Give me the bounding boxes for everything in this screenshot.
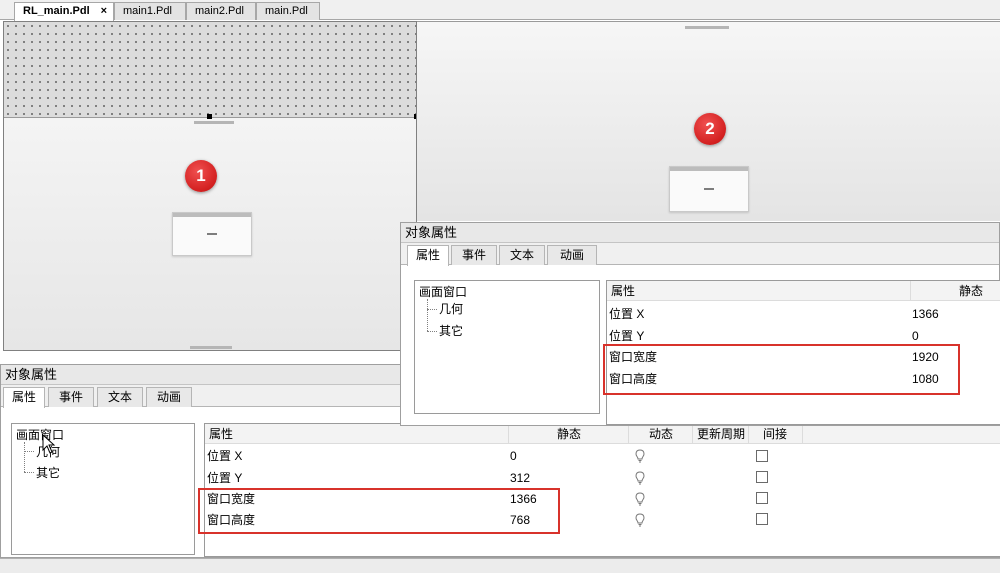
dotted-grid-area — [4, 22, 416, 118]
tree-line — [427, 331, 437, 332]
column-header-empty — [803, 424, 1000, 444]
tree-root-screen-window[interactable]: 画面窗口 — [419, 285, 467, 299]
document-tab-bar: RL_main.Pdl × main1.Pdl main2.Pdl main.P… — [0, 0, 1000, 21]
column-header-property: 属性 — [607, 281, 911, 301]
annotation-badge-1: 1 — [185, 160, 217, 192]
panel-title: 对象属性 — [401, 223, 999, 243]
thumbnail-titlebar — [173, 213, 251, 217]
row-value-position-x[interactable]: 1366 — [912, 304, 939, 324]
tree-line — [427, 299, 428, 331]
column-header-static: 静态 — [911, 281, 1000, 301]
tab-rl-main[interactable]: RL_main.Pdl × — [14, 2, 114, 21]
thumbnail-text — [207, 233, 217, 235]
indirect-checkbox[interactable] — [756, 450, 768, 462]
indirect-checkbox[interactable] — [756, 492, 768, 504]
row-value-position-x[interactable]: 0 — [510, 446, 517, 466]
tree-line — [24, 472, 34, 473]
tab-label: main2.Pdl — [195, 5, 244, 17]
close-icon[interactable]: × — [101, 3, 107, 19]
property-tree: 画面窗口 几何 其它 — [11, 423, 195, 555]
row-label-position-y: 位置 Y — [609, 329, 645, 343]
row-label-position-x: 位置 X — [609, 307, 645, 321]
tree-line — [24, 442, 25, 472]
screen-thumbnail — [669, 166, 749, 212]
editor-canvas[interactable]: 1 — [3, 21, 417, 351]
tree-line — [24, 451, 34, 452]
tree-node-geometry[interactable]: 几何 — [439, 302, 463, 316]
row-value-position-y[interactable]: 0 — [912, 326, 919, 346]
tab-animation[interactable]: 动画 — [547, 245, 597, 265]
row-value-position-y[interactable]: 312 — [510, 468, 530, 488]
tab-events[interactable]: 事件 — [451, 245, 497, 265]
runtime-canvas: 2 — [417, 21, 1000, 221]
lightbulb-icon[interactable] — [635, 471, 645, 485]
screen-thumbnail — [172, 212, 252, 256]
thumbnail-text — [704, 188, 714, 190]
tab-events[interactable]: 事件 — [48, 387, 94, 407]
tab-label: main1.Pdl — [123, 5, 172, 17]
lightbulb-icon[interactable] — [635, 492, 645, 506]
screen-caption — [194, 121, 234, 124]
tab-label: main.Pdl — [265, 5, 308, 17]
row-label-position-y: 位置 Y — [207, 471, 243, 485]
tab-main[interactable]: main.Pdl — [256, 2, 320, 20]
tree-root-screen-window[interactable]: 画面窗口 — [16, 428, 64, 442]
screen-caption — [685, 26, 729, 29]
column-header-update-cycle: 更新周期 — [693, 424, 749, 444]
highlight-box-bottom — [198, 488, 560, 534]
column-header-static: 静态 — [509, 424, 629, 444]
tab-properties[interactable]: 属性 — [3, 387, 45, 408]
mouse-cursor-icon — [42, 434, 56, 454]
indirect-checkbox[interactable] — [756, 513, 768, 525]
column-header-property: 属性 — [205, 424, 509, 444]
screen-window-object-1[interactable] — [4, 118, 416, 350]
tab-text[interactable]: 文本 — [499, 245, 545, 265]
tab-animation[interactable]: 动画 — [146, 387, 192, 407]
tab-properties[interactable]: 属性 — [407, 245, 449, 266]
object-properties-panel-top: 对象属性 属性 事件 文本 动画 画面窗口 几何 其它 属性 静态 位置 X 1… — [400, 222, 1000, 426]
thumbnail-titlebar — [670, 167, 748, 171]
lightbulb-icon[interactable] — [635, 449, 645, 463]
row-label-position-x: 位置 X — [207, 449, 243, 463]
tree-node-other[interactable]: 其它 — [439, 324, 463, 338]
annotation-badge-2: 2 — [694, 113, 726, 145]
resize-handle[interactable] — [207, 114, 212, 119]
tree-line — [427, 309, 437, 310]
tab-main2[interactable]: main2.Pdl — [186, 2, 256, 20]
highlight-box-top — [603, 344, 960, 395]
column-header-indirect: 间接 — [749, 424, 803, 444]
tab-text[interactable]: 文本 — [97, 387, 143, 407]
tab-main1[interactable]: main1.Pdl — [114, 2, 186, 20]
lightbulb-icon[interactable] — [635, 513, 645, 527]
tree-node-other[interactable]: 其它 — [36, 466, 60, 480]
panel-tabs: 属性 事件 文本 动画 — [401, 243, 999, 266]
screen-footer — [190, 346, 232, 349]
status-bar — [0, 558, 1000, 573]
column-header-dynamic: 动态 — [629, 424, 693, 444]
indirect-checkbox[interactable] — [756, 471, 768, 483]
property-tree: 画面窗口 几何 其它 — [414, 280, 600, 414]
tab-label: RL_main.Pdl — [23, 5, 90, 17]
